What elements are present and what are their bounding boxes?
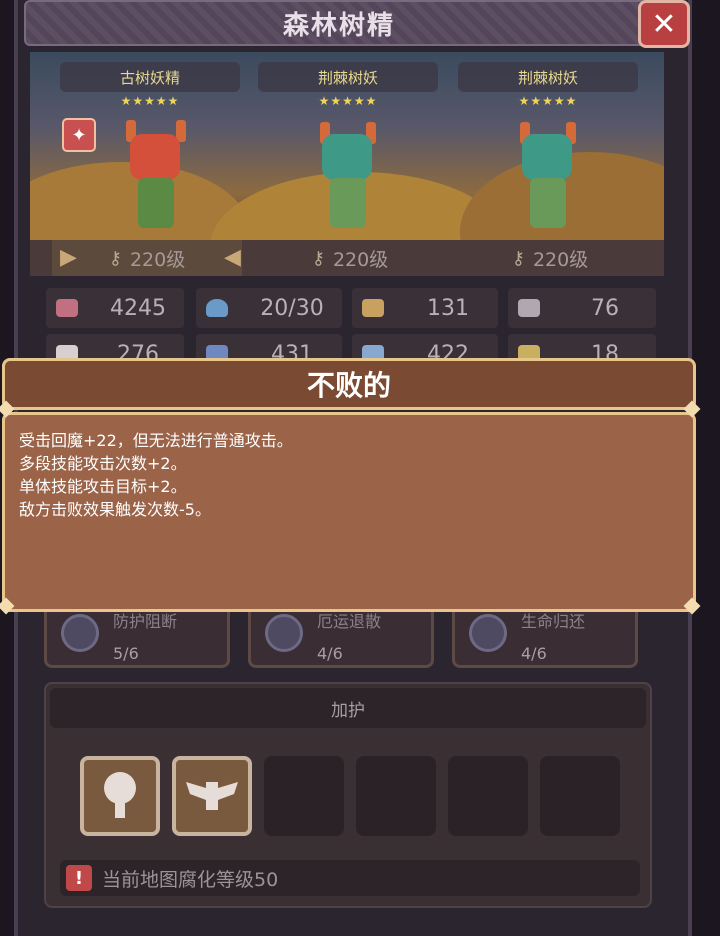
stat-hp-value: 4245 — [110, 295, 166, 321]
key-icon: ⚷ — [511, 247, 525, 269]
unit-name-1: 古树妖精 — [60, 62, 240, 92]
stat-mana: 20/30 — [196, 288, 342, 328]
title-bar: 森林树精 — [24, 0, 654, 46]
unit-sprite-2[interactable] — [302, 116, 392, 236]
unit-level-1[interactable]: ⚷ 220级 — [52, 240, 242, 276]
ward-skill-icon — [265, 614, 303, 652]
heart-icon — [56, 299, 78, 317]
popup-body: 受击回魔+22，但无法进行普通攻击。 多段技能攻击次数+2。 单体技能攻击目标+… — [2, 412, 696, 612]
buff-slot-4[interactable] — [356, 756, 436, 836]
unit-stars-1: ★★★★★ — [120, 94, 180, 108]
unit-level-2-label: 220级 — [332, 248, 389, 271]
window-title: 森林树精 — [282, 10, 395, 41]
unit-level-3[interactable]: ⚷ 220级 — [450, 240, 650, 276]
skill-card-2[interactable]: 厄运退散 4/6 — [248, 606, 434, 668]
warning-icon: ! — [66, 865, 92, 891]
arrow-left-icon: ◀ — [224, 245, 241, 270]
stat-defense: 131 — [352, 288, 498, 328]
buff-slot-1[interactable] — [80, 756, 160, 836]
skill-card-3[interactable]: 生命归还 4/6 — [452, 606, 638, 668]
level-row: ⚷ 220级 ▶ ◀ ⚷ 220级 ⚷ 220级 — [30, 240, 664, 276]
life-skill-icon — [469, 614, 507, 652]
popup-line-2: 多段技能攻击次数+2。 — [19, 454, 187, 473]
buff-panel: 加护 ! 当前地图腐化等级50 — [44, 682, 652, 908]
stat-speed: 76 — [508, 288, 656, 328]
buff-slot-5[interactable] — [448, 756, 528, 836]
unit-sprite-1[interactable] — [110, 116, 200, 236]
unit-name-3: 荆棘树妖 — [458, 62, 638, 92]
popup-title: 不败的 — [306, 369, 391, 402]
popup-line-3: 单体技能攻击目标+2。 — [19, 477, 187, 496]
arrow-right-icon: ▶ — [60, 245, 77, 270]
popup-line-4: 敌方击败效果触发次数-5。 — [19, 500, 211, 519]
unit-sprite-3[interactable] — [502, 116, 592, 236]
corruption-warning-text: 当前地图腐化等级50 — [102, 868, 279, 891]
key-icon: ⚷ — [311, 247, 325, 269]
winged-emblem-icon — [186, 782, 238, 810]
lock-badge-icon[interactable]: ✦ — [62, 118, 96, 152]
buff-slot-6[interactable] — [540, 756, 620, 836]
buff-slot-2[interactable] — [172, 756, 252, 836]
popup-line-1: 受击回魔+22，但无法进行普通攻击。 — [19, 431, 293, 450]
popup-header: 不败的 — [2, 358, 696, 410]
mana-drop-icon — [206, 299, 228, 317]
wing-icon — [518, 299, 540, 317]
buff-slot-3[interactable] — [264, 756, 344, 836]
buff-title: 加护 — [50, 688, 646, 728]
stat-speed-value: 76 — [591, 295, 619, 321]
unit-name-2: 荆棘树妖 — [258, 62, 438, 92]
tree-icon — [104, 772, 136, 818]
corruption-warning: ! 当前地图腐化等级50 — [60, 860, 640, 896]
skill-progress-3: 4/6 — [521, 644, 547, 663]
unit-stars-2: ★★★★★ — [318, 94, 378, 108]
skill-progress-2: 4/6 — [317, 644, 343, 663]
unit-level-1-label: 220级 — [129, 248, 186, 271]
shield-skill-icon — [61, 614, 99, 652]
skill-progress-1: 5/6 — [113, 644, 139, 663]
close-button[interactable]: ✕ — [638, 0, 690, 48]
unit-level-2[interactable]: ⚷ 220级 — [250, 240, 450, 276]
stat-hp: 4245 — [46, 288, 184, 328]
unit-stars-3: ★★★★★ — [518, 94, 578, 108]
skill-card-1[interactable]: 防护阻断 5/6 — [44, 606, 230, 668]
team-scene: 古树妖精 ★★★★★ 荆棘树妖 ★★★★★ 荆棘树妖 ★★★★★ ✦ — [30, 52, 664, 240]
unit-level-3-label: 220级 — [532, 248, 589, 271]
stat-mana-value: 20/30 — [260, 295, 324, 321]
shield-icon — [362, 299, 384, 317]
key-icon: ⚷ — [108, 247, 122, 269]
stat-defense-value: 131 — [427, 295, 469, 321]
